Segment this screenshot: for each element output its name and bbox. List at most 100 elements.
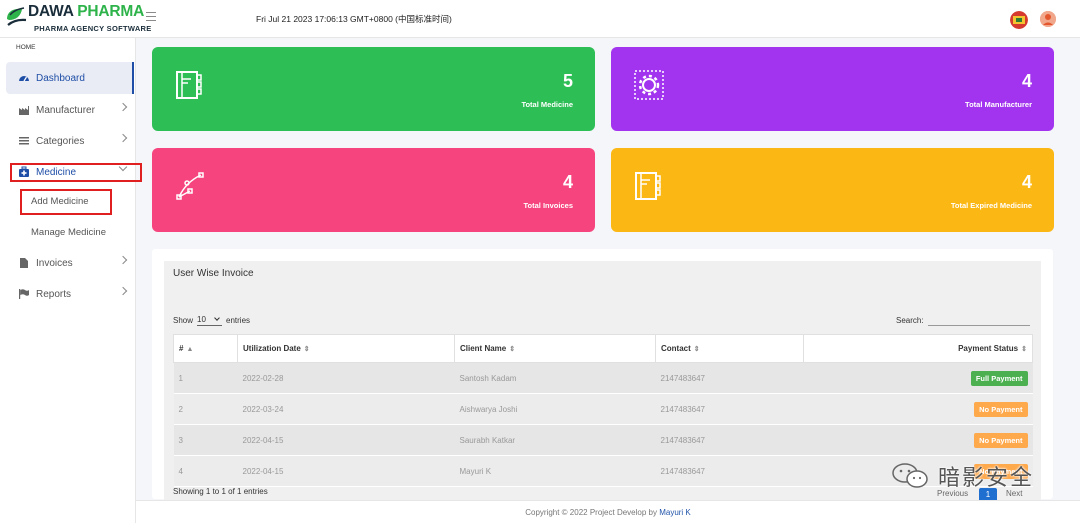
dashboard-icon [18, 72, 30, 84]
cell-contact: 2147483647 [655, 455, 804, 487]
sidebar-item-label: Categories [36, 135, 85, 147]
top-header: DAWA PHARMA PHARMA AGENCY SOFTWARE Fri J… [0, 0, 1080, 38]
sidebar-item-dashboard[interactable]: Dashboard [6, 62, 134, 94]
list-icon [18, 135, 30, 147]
sort-icon: ⇕ [509, 346, 516, 353]
table-info: Showing 1 to 1 of 1 entries [173, 487, 268, 496]
breadcrumb-home: HOME [16, 44, 36, 51]
column-label: # [179, 344, 184, 353]
card-label: Total Medicine [521, 100, 573, 109]
cell-contact: 2147483647 [655, 362, 804, 394]
sidebar-item-label: Manufacturer [36, 104, 95, 116]
column-header-payment-status[interactable]: Payment Status ⇕ [803, 334, 1033, 363]
sidebar-item-label: Reports [36, 288, 72, 300]
status-badge: No Payment [974, 401, 1028, 417]
notebook-icon [176, 71, 202, 99]
brand-main: DAWA [28, 3, 74, 20]
sort-icon: ⇕ [1021, 346, 1027, 353]
factory-icon [18, 104, 30, 116]
wechat-icon [892, 463, 928, 488]
search-input[interactable] [927, 314, 1030, 326]
cell-client: Santosh Kadam [454, 362, 656, 394]
menu-toggle-icon[interactable] [146, 12, 156, 22]
column-label: Client Name [460, 344, 507, 353]
cell-status: Full Payment [803, 362, 1033, 394]
table-row: 1 2022-02-28 Santosh Kadam 2147483647 Fu… [173, 362, 1033, 394]
card-value: 4 [1021, 172, 1032, 192]
file-icon [18, 257, 30, 269]
card-value: 4 [1021, 71, 1032, 91]
column-label: Contact [661, 344, 691, 353]
card-total-expired-medicine[interactable]: 4 Total Expired Medicine [611, 148, 1054, 232]
status-badge: No Payment [974, 432, 1028, 448]
sort-icon: ⇕ [693, 346, 700, 353]
cell-date: 2022-02-28 [237, 362, 455, 394]
brand-subtitle: PHARMA AGENCY SOFTWARE [34, 24, 152, 33]
language-flag-icon[interactable] [1010, 11, 1028, 29]
footer-author-link[interactable]: Mayuri K [659, 508, 691, 517]
column-header-id[interactable]: # ▲ [173, 334, 238, 363]
gear-icon [634, 70, 664, 100]
invoice-title: User Wise Invoice [173, 268, 254, 279]
highlight-box [20, 189, 112, 215]
entries-length-control: Show 10 entries [173, 314, 250, 326]
sort-icon: ⇕ [303, 346, 310, 353]
cell-client: Saurabh Katkar [454, 424, 656, 456]
cell-contact: 2147483647 [655, 393, 804, 425]
sidebar-item-label: Invoices [36, 257, 73, 269]
cell-contact: 2147483647 [655, 424, 804, 456]
sort-asc-icon: ▲ [186, 346, 194, 353]
card-label: Total Expired Medicine [950, 201, 1032, 210]
vector-icon [176, 172, 204, 200]
cell-id: 4 [173, 455, 238, 487]
cell-client: Aishwarya Joshi [454, 393, 656, 425]
watermark-text: 暗影安全 [938, 466, 1035, 491]
chevron-right-icon [118, 286, 128, 296]
column-label: Payment Status [958, 344, 1019, 353]
sidebar: HOME Dashboard Manufacturer Categories M… [0, 38, 142, 523]
sidebar-item-reports[interactable]: Reports [6, 278, 134, 310]
table-header-row: # ▲ Utilization Date ⇕ Client Name ⇕ Contac… [173, 334, 1033, 363]
status-badge: Full Payment [970, 370, 1028, 386]
column-label: Utilization Date [243, 344, 301, 353]
current-datetime: Fri Jul 21 2023 17:06:13 GMT+0800 (中国标准时… [256, 14, 452, 24]
card-value: 5 [562, 71, 573, 91]
cell-status: No Payment [803, 393, 1033, 425]
leaf-logo-icon [7, 7, 27, 26]
card-total-medicine[interactable]: 5 Total Medicine [152, 47, 595, 131]
brand-name: DAWA PHARMA [28, 3, 144, 21]
sidebar-item-invoices[interactable]: Invoices [6, 247, 134, 279]
card-total-invoices[interactable]: 4 Total Invoices [152, 148, 595, 232]
chevron-right-icon [118, 133, 128, 143]
footer-text: Copyright © 2022 Project Develop by [525, 508, 657, 517]
entries-label: entries [226, 315, 251, 325]
card-label: Total Invoices [523, 201, 573, 210]
footer: Copyright © 2022 Project Develop by Mayu… [136, 500, 1080, 523]
card-label: Total Manufacturer [965, 100, 1032, 109]
brand-logo[interactable]: DAWA PHARMA PHARMA AGENCY SOFTWARE [4, 3, 151, 37]
entries-select[interactable]: 10 [197, 314, 223, 326]
user-avatar-icon[interactable] [1040, 11, 1056, 27]
column-header-date[interactable]: Utilization Date ⇕ [237, 334, 455, 363]
cell-date: 2022-03-24 [237, 393, 455, 425]
search-label: Search: [896, 315, 924, 325]
sidebar-item-categories[interactable]: Categories [6, 125, 134, 157]
cell-client: Mayuri K [454, 455, 656, 487]
cell-date: 2022-04-15 [237, 424, 455, 456]
flag-icon [18, 288, 30, 300]
table-row: 2 2022-03-24 Aishwarya Joshi 2147483647 … [173, 393, 1033, 425]
table-search: Search: [896, 314, 1030, 326]
card-value: 4 [562, 172, 573, 192]
cell-id: 3 [173, 424, 238, 456]
table-row: 3 2022-04-15 Saurabh Katkar 2147483647 N… [173, 424, 1033, 456]
brand-accent: PHARMA [77, 3, 145, 20]
cell-date: 2022-04-15 [237, 455, 455, 487]
sidebar-item-manufacturer[interactable]: Manufacturer [6, 94, 134, 126]
column-header-contact[interactable]: Contact ⇕ [655, 334, 804, 363]
cell-id: 1 [173, 362, 238, 394]
chevron-right-icon [118, 102, 128, 112]
column-header-client[interactable]: Client Name ⇕ [454, 334, 656, 363]
card-total-manufacturer[interactable]: 4 Total Manufacturer [611, 47, 1054, 131]
cell-status: No Payment [803, 424, 1033, 456]
sidebar-subitem-manage-medicine[interactable]: Manage Medicine [31, 227, 106, 238]
